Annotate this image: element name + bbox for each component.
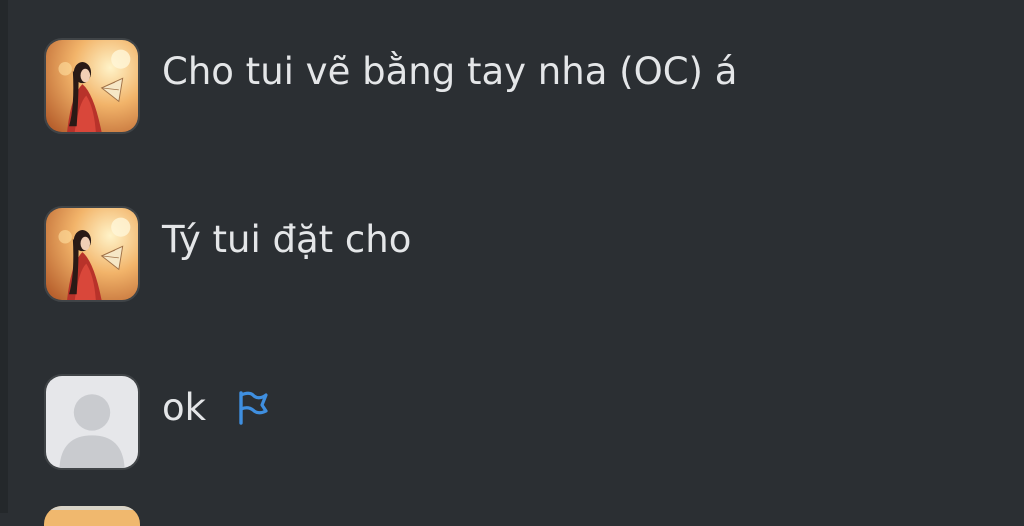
message-text: Tý tui đặt cho	[162, 217, 412, 261]
message-row: Cho tui vẽ bằng tay nha (OC) á	[44, 38, 737, 134]
message-row: Tý tui đặt cho	[44, 206, 411, 302]
message-row: ok	[44, 374, 272, 470]
default-user-avatar[interactable]	[44, 374, 140, 470]
character-avatar[interactable]	[44, 38, 140, 134]
message-text-row: ok	[162, 387, 272, 427]
message-text: Cho tui vẽ bằng tay nha (OC) á	[162, 49, 738, 93]
character-avatar[interactable]	[44, 506, 140, 526]
flag-icon[interactable]	[232, 387, 272, 427]
message-text: ok	[162, 385, 207, 429]
character-avatar[interactable]	[44, 206, 140, 302]
chat-thread: Cho tui vẽ bằng tay nha (OC) á Tý tui đặ…	[0, 0, 1024, 526]
